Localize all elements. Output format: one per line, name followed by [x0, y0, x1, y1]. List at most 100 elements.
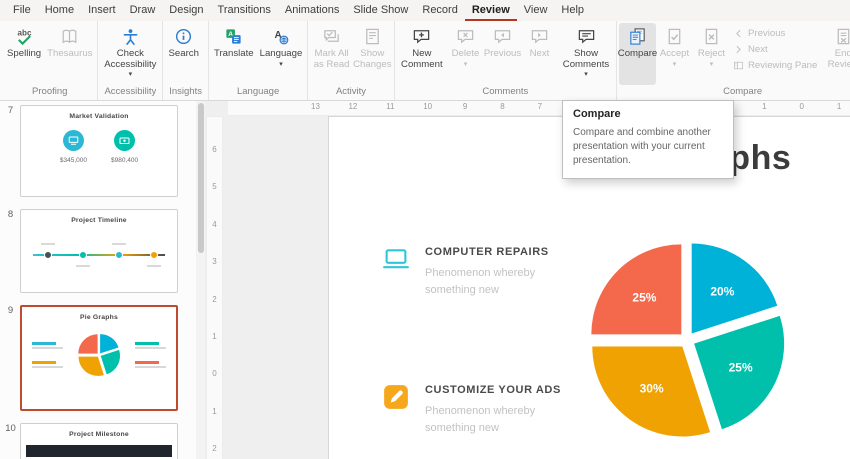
menu-tab-transitions[interactable]: Transitions — [211, 0, 278, 21]
menu-tab-review[interactable]: Review — [465, 0, 517, 21]
tooltip-title: Compare — [573, 108, 723, 120]
compare-button[interactable]: Compare — [619, 23, 656, 85]
translate-icon: A — [224, 27, 243, 46]
translate-button[interactable]: ATranslate — [211, 23, 257, 85]
menu-tab-design[interactable]: Design — [162, 0, 210, 21]
stub-bar-colored — [32, 342, 56, 345]
mini-caption-column — [32, 342, 63, 368]
next-button[interactable]: Next — [733, 44, 817, 55]
thumbnail-scrollbar[interactable] — [196, 100, 205, 459]
search-button[interactable]: Search — [165, 23, 202, 85]
slide-thumbnail-row: 7Market Validation$345,000$980,400 — [3, 105, 196, 197]
end-review-button[interactable]: End Review — [820, 23, 850, 85]
slide-thumbnail-project-milestone[interactable]: Project Milestone — [20, 423, 178, 459]
mini-timeline — [33, 237, 165, 273]
check-accessibility-button[interactable]: Check Accessibility▾ — [100, 23, 160, 85]
slide-thumbnail-project-timeline[interactable]: Project Timeline — [20, 209, 178, 293]
button-label: New Comment — [400, 49, 444, 70]
caption-stub — [135, 342, 166, 349]
stub-bar-colored — [135, 342, 159, 345]
pie-slice-label: 25% — [729, 360, 753, 374]
button-label: Mark All as Read — [313, 49, 350, 70]
ruler-number: 3 — [207, 257, 222, 266]
timeline-caption-stub — [76, 265, 90, 267]
button-label: Next — [530, 49, 550, 60]
menu-tab-record[interactable]: Record — [415, 0, 464, 21]
dropdown-caret-icon: ▾ — [464, 61, 468, 68]
accept-button[interactable]: Accept▾ — [656, 23, 693, 85]
reject-button[interactable]: Reject▾ — [693, 23, 730, 85]
timeline-dot — [44, 251, 52, 259]
button-label: Spelling — [7, 49, 41, 60]
stub-bar-gray — [32, 347, 63, 349]
slide-thumbnail-pie-graphs[interactable]: Pie Graphs — [20, 305, 178, 411]
menu-tab-insert[interactable]: Insert — [81, 0, 123, 21]
ribbon-group-label: Language — [211, 85, 305, 100]
pie-slice — [101, 350, 120, 374]
next-button[interactable]: Next — [521, 23, 558, 85]
feature-customize-your-ads[interactable]: CUSTOMIZE YOUR ADSPhenomenon whereby som… — [381, 381, 591, 436]
stub-bar-colored — [32, 361, 56, 364]
mark-all-as-read-button[interactable]: Mark All as Read — [310, 23, 353, 85]
caption-stub — [32, 342, 63, 349]
slide-thumbnail-market-validation[interactable]: Market Validation$345,000$980,400 — [20, 105, 178, 197]
slide-number: 8 — [3, 209, 18, 293]
dropdown-caret-icon: ▾ — [584, 71, 588, 78]
pie-slice — [78, 334, 97, 353]
slide-number: 9 — [3, 305, 18, 411]
menu-tab-slide-show[interactable]: Slide Show — [346, 0, 415, 21]
ribbon-group-buttons: abcSpellingThesaurus — [4, 23, 95, 85]
dropdown-caret-icon: ▾ — [673, 61, 677, 68]
compare-icon — [628, 27, 647, 46]
monitor-icon — [63, 130, 84, 151]
menu-tab-home[interactable]: Home — [38, 0, 81, 21]
ruler-number: 2 — [207, 444, 222, 453]
menu-tab-animations[interactable]: Animations — [278, 0, 346, 21]
new-comment-icon — [412, 27, 431, 46]
powerpoint-window: FileHomeInsertDrawDesignTransitionsAnima… — [0, 0, 850, 459]
next-small-icon — [733, 44, 744, 55]
show-comments-button[interactable]: Show Comments▾ — [558, 23, 614, 85]
timeline-caption-stub — [112, 243, 126, 245]
language-button[interactable]: ALanguage▾ — [257, 23, 306, 85]
previous-small-icon — [733, 28, 744, 39]
button-label: Search — [169, 49, 199, 60]
menu-tab-file[interactable]: File — [6, 0, 38, 21]
ribbon: abcSpellingThesaurusProofing Check Access… — [0, 21, 850, 101]
mini-caption-column — [135, 342, 166, 368]
ruler-number: 13 — [311, 102, 320, 111]
new-comment-button[interactable]: New Comment — [397, 23, 447, 85]
spelling-button[interactable]: abcSpelling — [4, 23, 44, 85]
ribbon-group-comments: New CommentDelete▾Previous Next Show Comme… — [395, 21, 617, 100]
feature-text: COMPUTER REPAIRSPhenomenon whereby somet… — [425, 243, 565, 298]
vertical-ruler: 654321012 — [206, 116, 223, 459]
ruler-number: 12 — [348, 102, 357, 111]
ribbon-group-activity: Mark All as ReadShow ChangesActivity — [308, 21, 394, 100]
menu-tab-draw[interactable]: Draw — [123, 0, 163, 21]
menu-tab-help[interactable]: Help — [554, 0, 591, 21]
menu-tab-view[interactable]: View — [517, 0, 555, 21]
feature-computer-repairs[interactable]: COMPUTER REPAIRSPhenomenon whereby somet… — [381, 243, 591, 298]
ribbon-group-label: Insights — [165, 85, 206, 100]
pie-chart[interactable]: 20%25%30%25% — [584, 232, 796, 450]
delete-button[interactable]: Delete▾ — [447, 23, 484, 85]
scrollbar-thumb[interactable] — [198, 103, 204, 253]
thesaurus-button[interactable]: Thesaurus — [44, 23, 95, 85]
button-label: Previous — [748, 28, 785, 39]
timeline-dot — [150, 251, 158, 259]
previous-button[interactable]: Previous — [484, 23, 521, 85]
mini-pie-layout — [22, 326, 176, 384]
ruler-number: 2 — [207, 295, 222, 304]
pie-slice[interactable] — [692, 244, 778, 334]
ribbon-group-buttons: Mark All as ReadShow Changes — [310, 23, 391, 85]
ribbon-group-compare: CompareAccept▾Reject▾ Previous Next Reviewi… — [617, 21, 850, 100]
pie-slice[interactable] — [591, 244, 681, 334]
previous-button[interactable]: Previous — [733, 28, 817, 39]
thumbnail-slide-title: Project Milestone — [21, 431, 177, 438]
ruler-number: 9 — [463, 102, 467, 111]
ribbon-group-label: Proofing — [4, 85, 95, 100]
reviewing-pane-button[interactable]: Reviewing Pane — [733, 60, 817, 71]
show-comments-icon — [577, 27, 596, 46]
ruler-number: 6 — [207, 145, 222, 154]
show-changes-button[interactable]: Show Changes — [353, 23, 392, 85]
